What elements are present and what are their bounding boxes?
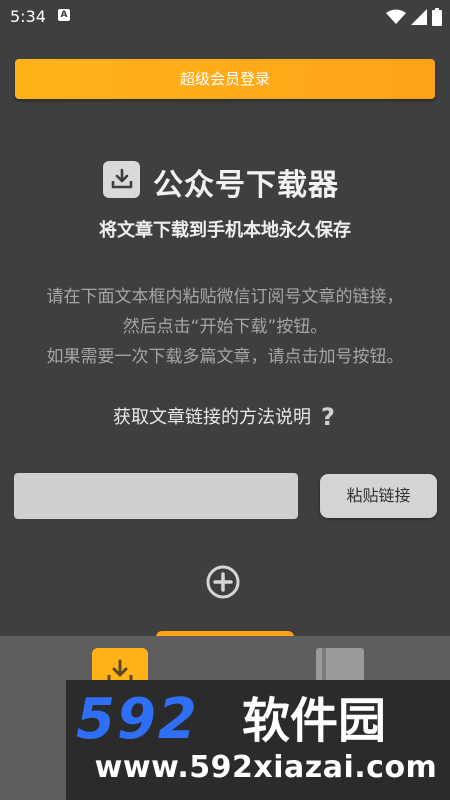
help-link[interactable]: 获取文章链接的方法说明?: [0, 403, 450, 431]
status-time: 5:34: [10, 7, 46, 26]
battery-icon: [432, 7, 442, 26]
article-link-input[interactable]: [14, 473, 298, 519]
vip-login-button[interactable]: 超级会员登录: [15, 59, 435, 99]
watermark-logo: 592 软件园: [76, 687, 386, 748]
question-icon: ?: [321, 403, 335, 431]
status-bar: 5:34 A: [0, 0, 450, 32]
app-title: 公众号下载器: [153, 168, 339, 203]
watermark: 592 软件园 www.592xiazai.com: [66, 680, 450, 800]
instructions: 请在下面文本框内粘贴微信订阅号文章的链接， 然后点击“开始下载”按钮。 如果需要…: [0, 282, 450, 372]
watermark-url: www.592xiazai.com: [94, 750, 438, 785]
signal-icon: [410, 8, 427, 25]
svg-text:592: 592: [76, 687, 199, 748]
instruction-line: 然后点击“开始下载”按钮。: [122, 317, 328, 337]
paste-link-button[interactable]: 粘贴链接: [320, 474, 437, 518]
app-subtitle: 将文章下载到手机本地永久保存: [99, 220, 351, 241]
notification-badge: A: [58, 9, 70, 21]
instruction-line: 如果需要一次下载多篇文章，请点击加号按钮。: [46, 347, 404, 367]
svg-text:软件园: 软件园: [242, 693, 386, 748]
status-icons: [385, 6, 442, 26]
download-icon: [103, 161, 140, 198]
wifi-icon: [385, 9, 406, 24]
help-label: 获取文章链接的方法说明: [113, 407, 311, 428]
add-circle-icon[interactable]: [206, 565, 240, 599]
instruction-line: 请在下面文本框内粘贴微信订阅号文章的链接，: [46, 287, 404, 307]
